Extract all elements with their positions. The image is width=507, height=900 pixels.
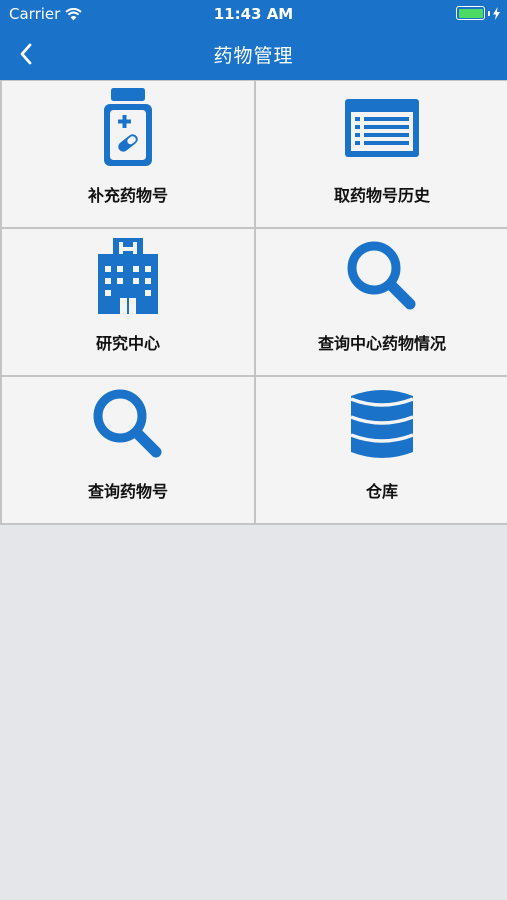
search-icon (93, 389, 162, 458)
menu-item-add-drug-number[interactable]: 补充药物号 (2, 81, 254, 227)
menu-item-label: 仓库 (365, 482, 398, 501)
battery-indicator (456, 6, 500, 20)
status-bar: Carrier 11:43 AM (0, 0, 507, 28)
menu-item-label: 取药物号历史 (333, 186, 430, 205)
menu-item-label: 查询中心药物情况 (317, 334, 446, 353)
medicine-bottle-icon (104, 88, 152, 166)
hospital-icon (98, 238, 158, 314)
charging-bolt-icon (493, 6, 500, 20)
battery-level (458, 8, 483, 18)
database-icon (350, 390, 414, 458)
nav-bar: 药物管理 (0, 28, 507, 80)
menu-item-label: 查询药物号 (87, 482, 168, 501)
battery-cap (488, 10, 490, 16)
menu-grid: 补充药物号 取药物号历史 研究中心 查询中心药物情况 查询药物号 仓库 (0, 80, 507, 525)
page-title: 药物管理 (213, 45, 294, 67)
search-icon (347, 241, 416, 310)
menu-item-center-drug-status[interactable]: 查询中心药物情况 (256, 229, 507, 375)
list-icon (345, 99, 419, 157)
menu-item-drug-number-history[interactable]: 取药物号历史 (256, 81, 507, 227)
menu-item-query-drug-number[interactable]: 查询药物号 (2, 377, 254, 523)
menu-item-label: 研究中心 (95, 334, 160, 353)
menu-item-label: 补充药物号 (87, 186, 168, 205)
status-time: 11:43 AM (213, 5, 294, 23)
header: Carrier 11:43 AM 药物管理 (0, 0, 507, 80)
menu-item-warehouse[interactable]: 仓库 (256, 377, 507, 523)
menu-item-research-center[interactable]: 研究中心 (2, 229, 254, 375)
battery-icon (456, 6, 485, 20)
